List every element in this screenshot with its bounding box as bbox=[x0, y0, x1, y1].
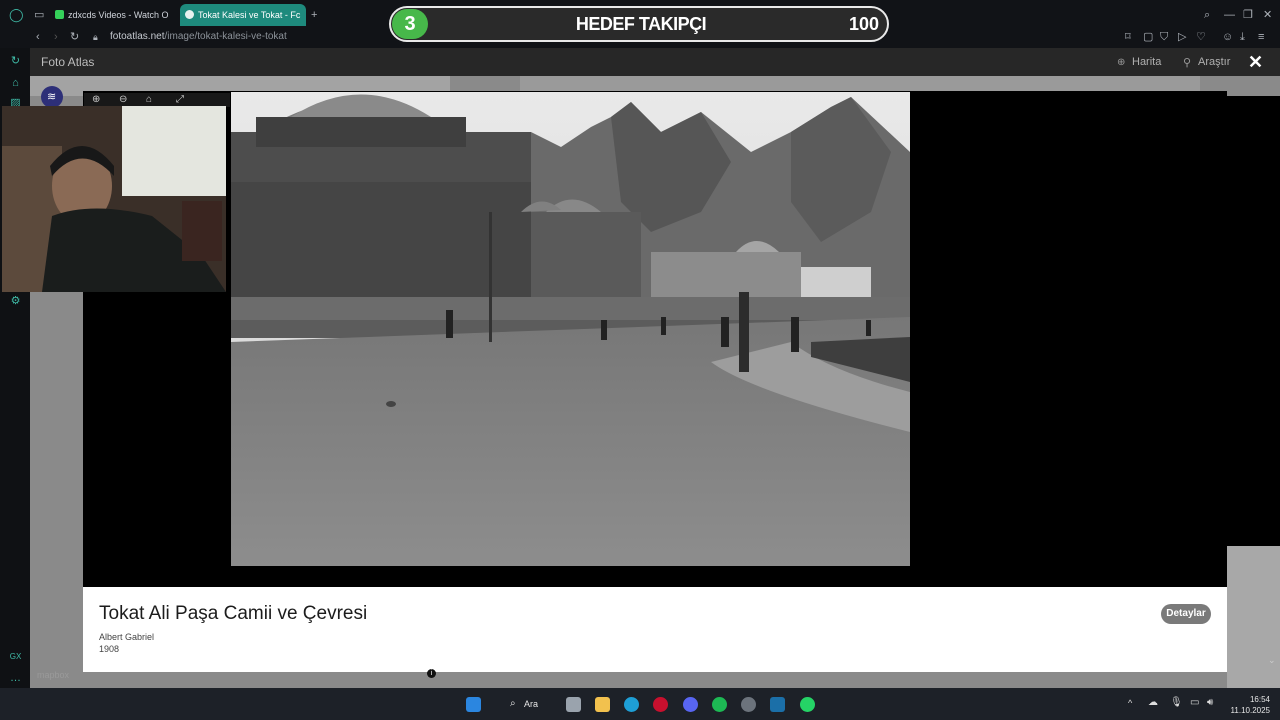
photo-title: Tokat Ali Paşa Camii ve Çevresi bbox=[99, 603, 368, 624]
image-toolbar: ⊕ ⊖ ⌂ ⤢ bbox=[84, 93, 230, 107]
network-icon[interactable]: ▭ bbox=[1190, 697, 1199, 708]
download-icon[interactable]: ⤓ bbox=[1240, 31, 1245, 43]
heart-icon[interactable]: ♡ bbox=[1196, 31, 1206, 43]
menu-icon[interactable]: ≡ bbox=[1258, 31, 1264, 43]
taskbar-clock[interactable]: 16:54 11.10.2025 bbox=[1222, 694, 1270, 716]
site-title[interactable]: Foto Atlas bbox=[41, 55, 94, 69]
search-person-icon: ⚲ bbox=[1183, 57, 1192, 69]
reload-icon[interactable]: ↻ bbox=[70, 31, 79, 43]
fotoatlas-favicon-icon bbox=[185, 10, 194, 19]
url-field[interactable]: fotoatlas.net/image/tokat-kalesi-ve-toka… bbox=[110, 29, 287, 45]
kick-favicon-icon bbox=[55, 10, 64, 19]
clock-date: 11.10.2025 bbox=[1230, 706, 1270, 715]
opera-gx-taskbar-icon[interactable] bbox=[653, 697, 668, 712]
close-window-icon[interactable]: ✕ bbox=[1263, 9, 1272, 21]
snapshot-icon[interactable]: ▢ bbox=[1143, 31, 1153, 43]
minimize-icon[interactable]: — bbox=[1224, 9, 1235, 21]
file-explorer-icon[interactable] bbox=[595, 697, 610, 712]
new-tab-button[interactable]: + bbox=[311, 9, 317, 21]
shield-icon[interactable]: ⛉ bbox=[1160, 31, 1168, 43]
photo-info-bar bbox=[83, 587, 1227, 672]
discord-icon[interactable] bbox=[683, 697, 698, 712]
sidebar-speed-icon[interactable]: ↻ bbox=[9, 55, 22, 68]
spotify-icon[interactable] bbox=[712, 697, 727, 712]
info-icon[interactable]: i bbox=[427, 669, 436, 678]
stream-goal-banner: 3 HEDEF TAKIPÇI 100 bbox=[389, 6, 889, 42]
edge-icon[interactable] bbox=[624, 697, 639, 712]
tab-tokat-kalesi[interactable]: Tokat Kalesi ve Tokat - Fc bbox=[180, 4, 306, 26]
banner-count: 100 bbox=[848, 14, 879, 34]
profile-icon[interactable]: ☺ bbox=[1222, 31, 1233, 43]
tab-label: Tokat Kalesi ve Tokat - Fc bbox=[198, 10, 301, 20]
fullscreen-icon[interactable]: ⤢ bbox=[176, 94, 184, 105]
tab-label: zdxcds Videos - Watch O bbox=[68, 10, 169, 20]
whatsapp-icon[interactable] bbox=[800, 697, 815, 712]
workspaces-icon[interactable]: ▭ bbox=[34, 9, 44, 21]
layers-icon: ≋ bbox=[47, 91, 57, 103]
historic-photo bbox=[231, 92, 910, 566]
nav-map-link[interactable]: Harita bbox=[1132, 56, 1161, 68]
photo-year: 1908 bbox=[99, 644, 120, 654]
search-icon[interactable]: ⌕ bbox=[1204, 9, 1210, 21]
tab-zdxcds-videos[interactable]: zdxcds Videos - Watch O bbox=[50, 4, 174, 26]
windows-start-icon[interactable] bbox=[466, 697, 481, 712]
player-icon[interactable]: ▷ bbox=[1178, 31, 1186, 43]
url-path: /image/tokat-kalesi-ve-tokat bbox=[164, 31, 287, 42]
scroll-down-icon[interactable]: ⌄ bbox=[1268, 655, 1276, 666]
gx-corner-icon[interactable]: GX bbox=[9, 650, 22, 663]
banner-title: HEDEF TAKIPÇI bbox=[575, 14, 707, 34]
globe-icon: ⊕ bbox=[1117, 57, 1126, 68]
volume-icon[interactable]: 🔊︎ bbox=[1207, 697, 1213, 708]
windows-taskbar bbox=[0, 688, 1280, 720]
obs-icon[interactable] bbox=[741, 697, 756, 712]
close-modal-button[interactable]: ✕ bbox=[1248, 52, 1263, 73]
restore-icon[interactable]: ❐ bbox=[1243, 9, 1253, 21]
bookmark-icon[interactable]: ⌑ bbox=[1125, 31, 1131, 43]
sidebar-settings-icon[interactable]: ⚙ bbox=[9, 295, 22, 308]
photo-author: Albert Gabriel bbox=[99, 632, 155, 642]
layers-button[interactable]: ≋ bbox=[41, 86, 63, 108]
more-icon[interactable]: … bbox=[9, 672, 22, 685]
tray-chevron-icon[interactable]: ^ bbox=[1128, 698, 1132, 708]
onedrive-icon[interactable]: ☁ bbox=[1148, 697, 1158, 708]
forward-icon[interactable]: › bbox=[54, 31, 58, 43]
site-header bbox=[30, 48, 1280, 76]
mapbox-attribution[interactable]: mapbox bbox=[37, 670, 69, 680]
taskbar-search-icon[interactable]: ⌕ bbox=[510, 698, 516, 709]
steam-icon[interactable] bbox=[770, 697, 785, 712]
task-view-icon[interactable] bbox=[566, 697, 581, 712]
lock-icon: 🔒︎ bbox=[93, 32, 98, 42]
taskbar-search-label[interactable]: Ara bbox=[524, 699, 538, 709]
zoom-out-icon[interactable]: ⊖ bbox=[119, 94, 127, 105]
details-button[interactable]: Detaylar bbox=[1161, 604, 1211, 624]
back-icon[interactable]: ‹ bbox=[36, 31, 40, 43]
microphone-icon[interactable]: 🎙︎ bbox=[1170, 697, 1183, 708]
url-host: fotoatlas.net bbox=[110, 31, 165, 42]
nav-research-link[interactable]: Araştır bbox=[1198, 56, 1230, 68]
clock-time: 16:54 bbox=[1249, 695, 1270, 704]
webcam-overlay bbox=[2, 106, 226, 292]
sidebar-store-icon[interactable]: ⌂ bbox=[9, 77, 22, 90]
zoom-in-icon[interactable]: ⊕ bbox=[92, 94, 100, 105]
home-icon[interactable]: ⌂ bbox=[146, 94, 152, 105]
opera-gx-logo-icon[interactable]: ◯ bbox=[9, 8, 24, 21]
